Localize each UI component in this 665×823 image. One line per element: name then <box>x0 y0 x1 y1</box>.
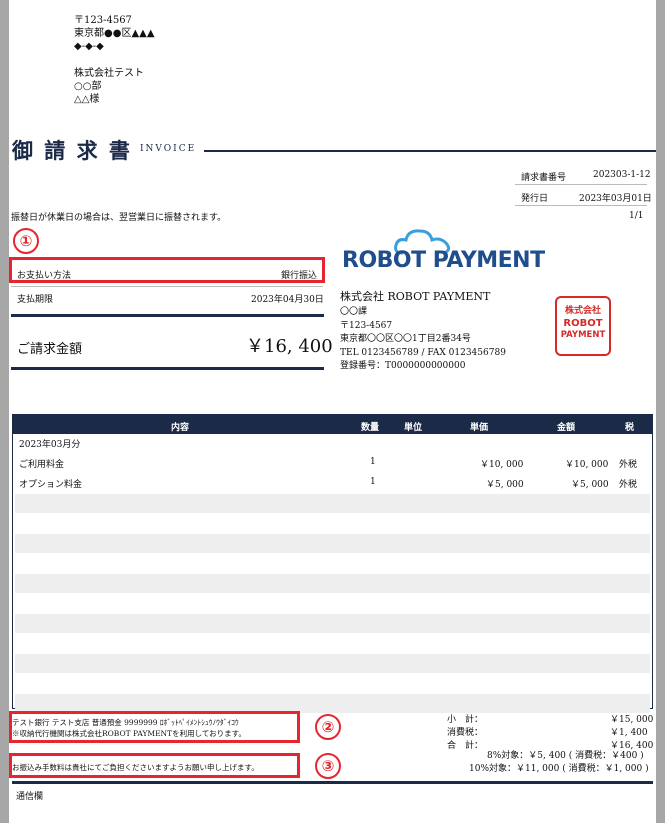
holiday-notice: 振替日が休業日の場合は、翌営業日に振替されます。 <box>11 213 227 223</box>
cell-qty: 1 <box>370 477 376 487</box>
issuer-postal: 〒123-4567 <box>340 320 393 331</box>
issue-date-label: 発行日 <box>521 194 549 204</box>
due-date-label: 支払期限 <box>17 295 54 305</box>
amount-top-rule <box>11 314 324 317</box>
recipient-company: 株式会社テスト <box>74 68 144 79</box>
memo-rule <box>12 781 653 784</box>
annotation-box-1 <box>9 257 325 283</box>
cell-content: 2023年03月分 <box>19 440 81 450</box>
table-row-empty <box>15 514 650 533</box>
seal-line2: ROBOT <box>563 318 603 329</box>
meta-divider <box>515 205 647 206</box>
amount-bottom-rule <box>11 367 324 370</box>
cell-amount: ￥10, 000 <box>565 460 609 470</box>
items-table: 内容 数量 単位 単価 金額 税 2023年03月分 ご利用料金 1 ￥10, … <box>12 414 653 713</box>
tax-label: 消費税： <box>447 728 484 738</box>
logo-text: ROBOT PAYMENT <box>342 248 545 273</box>
cell-content: オプション料金 <box>19 480 83 490</box>
annotation-box-2 <box>9 711 300 743</box>
amount-value: ￥16, 400 <box>246 336 333 357</box>
invoice-title-en: INVOICE <box>140 144 197 154</box>
issuer-division: 〇〇課 <box>340 307 368 317</box>
issuer-company: 株式会社 ROBOT PAYMENT <box>340 290 491 303</box>
cell-content: ご利用料金 <box>19 460 65 470</box>
company-seal: 株式会社 ROBOT PAYMENT <box>555 296 611 356</box>
title-rule <box>204 150 656 152</box>
memo-label: 通信欄 <box>16 792 44 802</box>
cell-qty: 1 <box>370 457 376 467</box>
table-row-empty <box>15 534 650 553</box>
recipient-name: △△様 <box>74 94 100 105</box>
rate8-breakdown: 8%対象：￥5, 400 ( 消費税：￥400 ) <box>487 751 644 761</box>
seal-line3: PAYMENT <box>560 330 606 340</box>
annotation-box-3 <box>9 753 300 778</box>
tax-value: ￥1, 400 <box>610 728 648 738</box>
logo-robot: ROBOT <box>342 248 426 273</box>
header-amount: 金額 <box>557 423 576 433</box>
issuer-details: 〇〇課 〒123-4567 東京都〇〇区〇〇1丁目2番34号 TEL 01234… <box>340 306 506 374</box>
header-content: 内容 <box>171 423 190 433</box>
annotation-marker-2: ② <box>315 714 341 740</box>
invoice-title: 御 請 求 書 <box>12 138 132 163</box>
issuer-registration: 登録番号：T0000000000000 <box>340 361 466 371</box>
issuer-address: 東京都〇〇区〇〇1丁目2番34号 <box>340 334 471 344</box>
subtotal-value: ￥15, 000 <box>610 715 654 725</box>
table-row-empty <box>15 574 650 593</box>
table-row: 2023年03月分 <box>15 434 650 453</box>
table-row-empty <box>15 594 650 613</box>
table-row: ご利用料金 1 ￥10, 000 ￥10, 000 外税 <box>15 454 650 473</box>
table-row-empty <box>15 554 650 573</box>
payment-divider <box>11 286 323 287</box>
invoice-no: 202303-1-12 <box>593 170 651 180</box>
header-qty: 数量 <box>361 423 380 433</box>
meta-divider <box>515 184 647 185</box>
annotation-marker-3: ③ <box>315 753 341 779</box>
seal-line1: 株式会社 <box>564 306 601 316</box>
recipient-postal: 〒123-4567 <box>74 15 132 26</box>
header-price: 単価 <box>470 423 489 433</box>
table-row-empty <box>15 654 650 673</box>
recipient-line1: 東京都●●区▲▲▲ <box>74 28 155 39</box>
header-tax: 税 <box>625 423 635 433</box>
page-number: 1/1 <box>629 211 644 221</box>
recipient-line2: ◆-◆-◆ <box>74 41 104 52</box>
issue-date: 2023年03月01日 <box>579 194 652 204</box>
recipient-dept: ○○部 <box>74 81 102 92</box>
table-row: オプション料金 1 ￥5, 000 ￥5, 000 外税 <box>15 474 650 493</box>
table-row-empty <box>15 494 650 513</box>
amount-label: ご請求金額 <box>17 342 83 357</box>
issuer-tel: TEL 0123456789 / FAX 0123456789 <box>340 347 506 358</box>
rate10-breakdown: 10%対象：￥11, 000 ( 消費税：￥1, 000 ) <box>469 764 649 774</box>
cell-tax: 外税 <box>619 460 638 470</box>
table-header: 内容 数量 単位 単価 金額 税 <box>13 415 652 434</box>
total-label: 合 計： <box>447 741 484 751</box>
table-row-empty <box>15 634 650 653</box>
subtotal-label: 小 計： <box>447 715 484 725</box>
table-row-empty <box>15 614 650 633</box>
table-row-empty <box>15 674 650 693</box>
cell-amount: ￥5, 000 <box>571 480 609 490</box>
cell-price: ￥10, 000 <box>480 460 524 470</box>
due-date-value: 2023年04月30日 <box>251 295 324 305</box>
annotation-marker-1: ① <box>13 228 39 254</box>
header-unit: 単位 <box>404 423 423 433</box>
cell-price: ￥5, 000 <box>486 480 524 490</box>
cell-tax: 外税 <box>619 480 638 490</box>
recipient-address: 〒123-4567 東京都●●区▲▲▲ ◆-◆-◆ 株式会社テスト ○○部 △△… <box>74 14 155 106</box>
invoice-no-label: 請求書番号 <box>521 173 567 183</box>
invoice-page: 〒123-4567 東京都●●区▲▲▲ ◆-◆-◆ 株式会社テスト ○○部 △△… <box>9 0 656 823</box>
logo-payment: PAYMENT <box>432 248 545 273</box>
